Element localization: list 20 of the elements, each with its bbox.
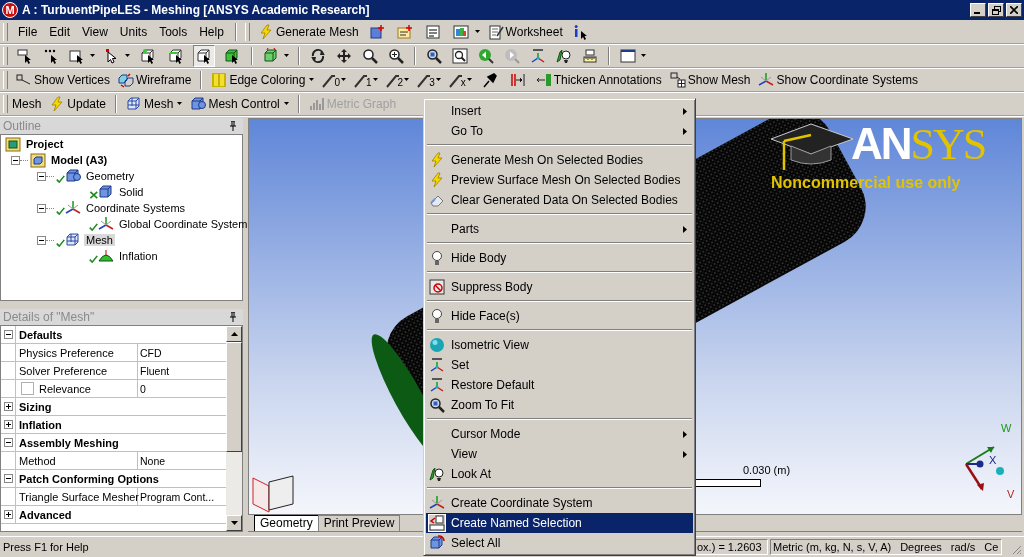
app-logo: M	[2, 2, 18, 18]
unit-label: Degrees	[900, 541, 942, 553]
toolbar-title: Mesh	[12, 96, 43, 111]
axis-label: X	[989, 454, 997, 466]
property-cell: Triangle Surface Mesher	[16, 488, 138, 505]
unit-label: Ce	[984, 541, 999, 553]
property-cell: Relevance	[16, 380, 138, 397]
unit-label: rad/s	[950, 541, 976, 553]
axis-label: V	[1007, 488, 1015, 500]
unit-label: Metric (m, kg, N, s, V, A)	[773, 541, 892, 553]
status-text: Press F1 for Help	[2, 541, 89, 553]
property-cell: Method	[16, 452, 138, 469]
axis-label: W	[1001, 422, 1012, 434]
panel-title: Details of "Mesh"	[3, 310, 95, 324]
window-title: A : TurbuentPipeLES - Meshing [ANSYS Academic Research]	[22, 3, 370, 17]
property-cell: Physics Preference	[16, 344, 138, 361]
scale-label: 0.030 (m)	[743, 464, 791, 476]
brand-logo-text: ANSYS	[851, 122, 986, 167]
property-cell: Solver Preference	[16, 362, 138, 379]
panel-title: Outline	[3, 119, 42, 133]
